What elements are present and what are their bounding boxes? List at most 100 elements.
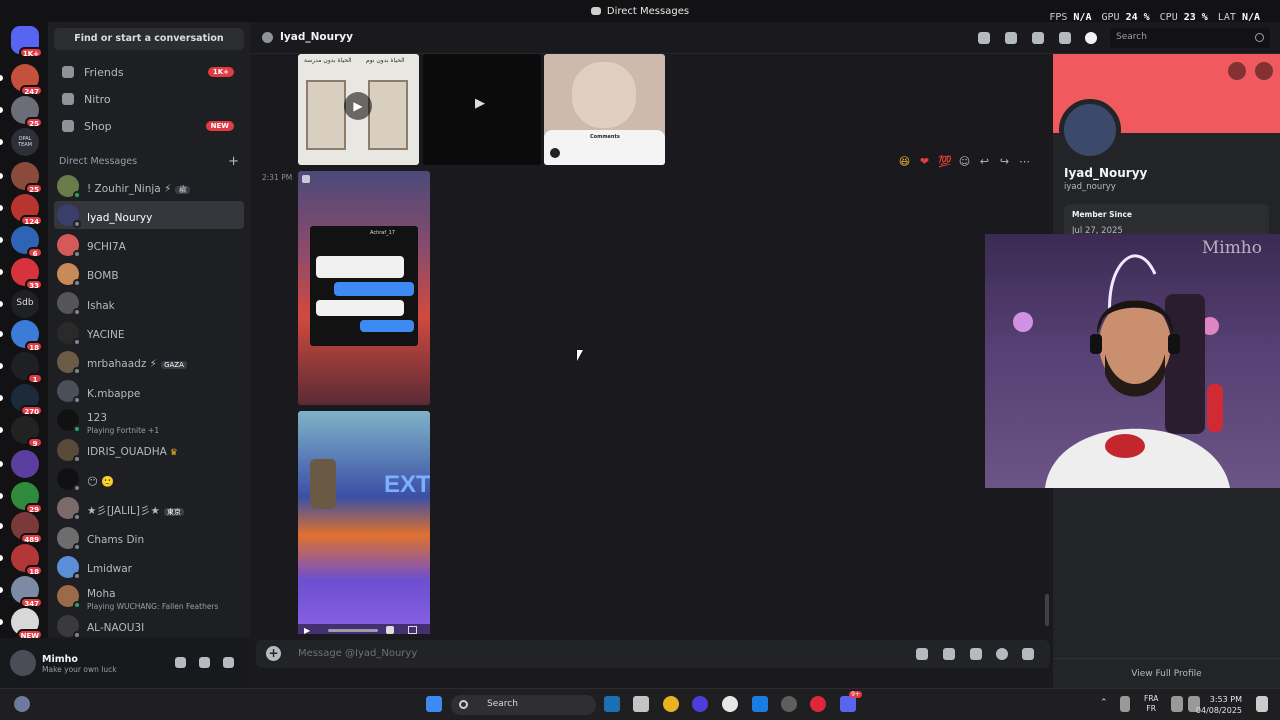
server-icon[interactable]: 25 [0, 96, 43, 128]
dm-list-item[interactable]: Moha Playing WUCHANG: Fallen Feathers [54, 582, 244, 611]
video-attachment-doors[interactable]: الحياة بدون مدرسة الحياة بدون نوم ▶ [298, 54, 419, 165]
nav-item-shop[interactable]: Shop NEW [54, 114, 244, 138]
server-icon[interactable]: 9 [0, 416, 43, 448]
video-controls-bar[interactable]: ▶ [298, 624, 430, 634]
microphone-icon[interactable] [175, 657, 186, 668]
attach-plus-icon[interactable]: + [266, 646, 281, 661]
dm-list-item[interactable]: IDRIS_OUADHA ♛ [54, 436, 244, 464]
search-input[interactable]: Search [1110, 28, 1270, 48]
play-icon[interactable]: ▶ [475, 96, 485, 111]
add-friend-icon[interactable] [1228, 62, 1246, 80]
add-reaction-icon[interactable]: ☺ [958, 155, 971, 168]
network-icon[interactable] [1171, 696, 1183, 712]
language-indicator[interactable]: FRA FR [1144, 694, 1158, 714]
dm-list-item[interactable]: ! Zouhir_Ninja ⚡ ﷺ [54, 172, 244, 200]
settings-gear-icon[interactable] [223, 657, 234, 668]
dm-list-item[interactable]: Lmidwar [54, 553, 244, 581]
user-profile-toggle-icon[interactable] [1085, 32, 1097, 44]
dm-list-item[interactable]: BOMB [54, 260, 244, 288]
dm-list-item[interactable]: Ishak [54, 289, 244, 317]
server-icon[interactable]: Sdb [0, 290, 39, 318]
dm-list-item[interactable]: Iyad_Nouryy [54, 201, 244, 230]
voice-call-icon[interactable] [978, 32, 990, 44]
reply-icon[interactable]: ↩ [978, 155, 991, 168]
gif-icon[interactable] [943, 648, 955, 660]
volume-icon[interactable] [386, 626, 394, 634]
video-attachment-face[interactable]: Comments [544, 54, 665, 165]
server-icon[interactable]: 29 [0, 482, 43, 514]
opera-gx-icon[interactable] [810, 696, 826, 712]
server-icon[interactable]: OPAL TEAM [0, 128, 39, 156]
play-icon[interactable]: ▶ [344, 92, 372, 120]
dm-list-item[interactable]: 😶 🙂 [54, 465, 244, 493]
chatgpt-icon[interactable] [722, 696, 738, 712]
nav-item-friends[interactable]: Friends 1K+ [54, 60, 244, 84]
dm-list-item[interactable]: mrbahaadz ⚡ GAZA [54, 348, 244, 376]
more-options-icon[interactable]: ⋯ [1018, 155, 1031, 168]
chrome-icon[interactable] [663, 696, 679, 712]
profile-avatar[interactable] [1059, 99, 1121, 161]
taskbar-search[interactable]: Search [451, 695, 596, 715]
dm-list-item[interactable]: K.mbappe [54, 377, 244, 405]
dm-list-item[interactable]: 9CHI7A [54, 231, 244, 259]
server-icon[interactable] [0, 450, 39, 478]
video-seek-bar[interactable] [328, 629, 378, 632]
chat-scrollbar[interactable] [1045, 594, 1049, 626]
video-attachment-sunset-chat[interactable]: Achraf_17 [298, 171, 430, 405]
forward-icon[interactable]: ↪ [998, 155, 1011, 168]
server-icon[interactable]: 247 [0, 64, 43, 96]
gift-icon[interactable] [916, 648, 928, 660]
laughing-emoji-reaction[interactable]: 😆 [898, 155, 911, 168]
server-icon[interactable]: 25 [0, 162, 43, 194]
fullscreen-icon[interactable] [408, 626, 417, 634]
mic-tray-icon[interactable] [1120, 696, 1130, 712]
tray-chevron-icon[interactable]: ⌃ [1100, 698, 1108, 708]
server-icon[interactable]: 6 [0, 226, 43, 258]
video-attachment-trampoline[interactable]: EXT ▶ [298, 411, 430, 634]
server-icon[interactable]: 18 [0, 544, 43, 576]
server-icon[interactable]: 1 [0, 352, 43, 384]
add-friends-to-dm-icon[interactable] [1059, 32, 1071, 44]
server-icon[interactable]: 124 [0, 194, 43, 226]
pinned-messages-icon[interactable] [1032, 32, 1044, 44]
message-list[interactable]: الحياة بدون مدرسة الحياة بدون نوم ▶ ▶ Co… [250, 54, 1050, 634]
apps-gamepad-icon[interactable] [1022, 648, 1034, 660]
hundred-emoji-reaction[interactable]: 💯 [938, 155, 952, 168]
find-conversation-button[interactable]: Find or start a conversation [54, 28, 244, 50]
message-composer[interactable]: + Message @Iyad_Nouryy [256, 640, 1050, 668]
view-full-profile-link[interactable]: View Full Profile [1053, 658, 1280, 679]
video-attachment-dark[interactable]: ▶ [423, 54, 541, 165]
notifications-icon[interactable] [1256, 696, 1268, 712]
server-icon[interactable]: NEW [0, 608, 43, 640]
snipping-tool-icon[interactable] [633, 696, 649, 712]
video-call-icon[interactable] [1005, 32, 1017, 44]
dm-list-item[interactable]: ★彡[JALIL]彡★ 東京 [54, 494, 244, 522]
server-icon[interactable]: 18 [0, 320, 43, 352]
nav-item-nitro[interactable]: Nitro [54, 87, 244, 111]
server-icon[interactable]: 489 [0, 512, 43, 544]
server-icon[interactable]: 347 [0, 576, 43, 608]
windows-start-icon[interactable] [426, 696, 442, 712]
profile-more-icon[interactable] [1255, 62, 1273, 80]
dm-list-item[interactable]: AL-NAOU3I [54, 612, 244, 640]
server-icon[interactable]: 270 [0, 384, 43, 416]
create-dm-icon[interactable]: + [228, 154, 239, 169]
home-dm-button[interactable]: 1K+ [11, 26, 43, 58]
steam-icon[interactable] [604, 696, 620, 712]
play-icon[interactable]: ▶ [304, 626, 310, 634]
file-explorer-icon[interactable] [752, 696, 768, 712]
dm-list-item[interactable]: YACINE [54, 319, 244, 347]
clock[interactable]: 3:53 PM 04/08/2025 [1196, 694, 1242, 716]
widgets-icon[interactable] [14, 696, 30, 712]
dm-list-item[interactable]: 123 Playing Fortnite +1 [54, 406, 244, 435]
obs-icon[interactable] [781, 696, 797, 712]
heart-emoji-reaction[interactable]: ❤ [918, 155, 931, 168]
dm-list-item[interactable]: Chams Din [54, 524, 244, 552]
emoji-icon[interactable] [996, 648, 1008, 660]
sticker-icon[interactable] [970, 648, 982, 660]
vpn-icon[interactable] [692, 696, 708, 712]
server-icon[interactable]: 33 [0, 258, 43, 290]
discord-taskbar-icon[interactable]: 9+ [840, 691, 862, 712]
headphones-icon[interactable] [199, 657, 210, 668]
user-avatar[interactable] [10, 650, 36, 676]
